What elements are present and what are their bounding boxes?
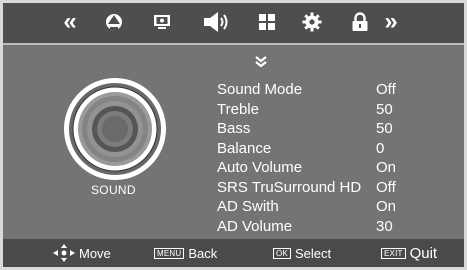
menu-item-label: SRS TruSurround HD [217, 178, 362, 196]
select-hint: OK Select [273, 239, 331, 267]
quit-hint: EXIT Quit [381, 239, 437, 267]
menu-item-label: Sound Mode [217, 81, 303, 98]
menu-item-value: 0 [376, 139, 385, 157]
chevrons-right-icon[interactable]: » [379, 8, 403, 35]
back-hint: MENU Back [154, 239, 217, 267]
back-hint-label: Back [188, 245, 218, 261]
speaker-icon[interactable] [202, 11, 234, 33]
screen-icon[interactable] [150, 11, 174, 33]
menu-item-value: Off [376, 81, 396, 98]
picture-icon[interactable] [102, 11, 126, 33]
move-hint: Move [53, 239, 111, 267]
menu-item-value: Off [376, 178, 396, 196]
gear-icon[interactable] [300, 11, 324, 33]
menu-item-srs-trusurround-hd[interactable]: SRS TruSurround HD Off [217, 178, 457, 198]
menu-item-treble[interactable]: Treble 50 [217, 100, 457, 120]
menu-item-label: Bass [217, 120, 251, 137]
move-hint-label: Move [79, 245, 111, 261]
chevrons-left-icon[interactable]: « [58, 8, 82, 35]
menu-item-value: On [376, 198, 397, 215]
menu-item-label: AD Swith [217, 198, 279, 215]
key-hint-bar: Move MENU Back OK Select EXIT Quit [3, 239, 464, 267]
menu-item-label: Auto Volume [217, 159, 303, 176]
menu-item-sound-mode[interactable]: Sound Mode Off [217, 80, 457, 100]
grid-icon[interactable] [255, 11, 279, 33]
sound-panel-label: SOUND [91, 183, 136, 197]
tv-osd-screen: « » SOUND Sound Mode Off Treble 50 Bass … [0, 0, 467, 270]
menu-item-value: On [376, 159, 397, 176]
menu-item-value: 50 [376, 120, 393, 137]
menu-item-ad-swith[interactable]: AD Swith On [217, 197, 457, 217]
sound-menu-list: Sound Mode Off Treble 50 Bass 50 Balance… [217, 80, 457, 236]
menu-item-balance[interactable]: Balance 0 [217, 139, 457, 159]
menu-item-value: 30 [376, 217, 393, 235]
menu-item-ad-volume[interactable]: AD Volume 30 [217, 217, 457, 237]
menu-item-label: Treble [217, 100, 259, 118]
sound-dial-icon [61, 75, 169, 183]
menu-item-value: 50 [376, 100, 393, 118]
menu-item-bass[interactable]: Bass 50 [217, 119, 457, 139]
exit-key-badge: EXIT [381, 247, 406, 259]
lock-icon[interactable] [348, 11, 372, 33]
ok-key-badge: OK [273, 247, 291, 259]
menu-item-label: AD Volume [217, 217, 293, 235]
top-nav-bar: « » [3, 3, 464, 43]
menu-item-auto-volume[interactable]: Auto Volume On [217, 158, 457, 178]
chevron-down-icon[interactable] [254, 55, 268, 69]
sound-settings-panel: SOUND Sound Mode Off Treble 50 Bass 50 B… [3, 45, 464, 239]
move-arrows-icon [53, 244, 75, 262]
quit-hint-label: Quit [409, 244, 438, 262]
menu-item-label: Balance [217, 139, 272, 157]
menu-key-badge: MENU [154, 247, 185, 259]
select-hint-label: Select [294, 245, 332, 261]
